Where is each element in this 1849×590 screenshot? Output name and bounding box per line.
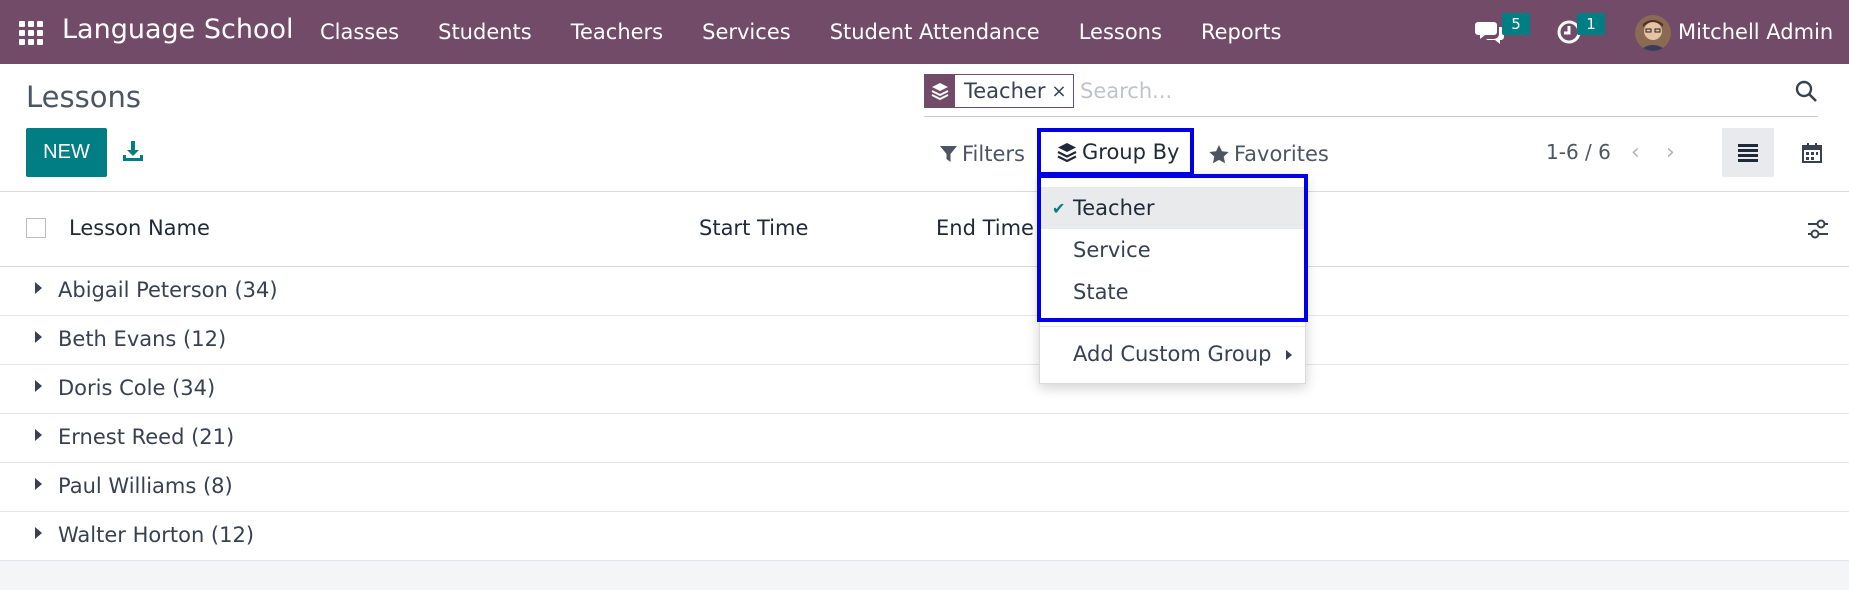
control-panel: Lessons NEW Teacher × Filters Group By — [0, 64, 1849, 192]
apps-grid-icon[interactable] — [19, 21, 43, 45]
menu-item-student-attendance[interactable]: Student Attendance — [830, 20, 1040, 44]
caret-right-icon — [35, 527, 42, 539]
menu-item-lessons[interactable]: Lessons — [1079, 20, 1162, 44]
search-facet-teacher: Teacher × — [924, 74, 1074, 108]
option-label: Teacher — [1073, 196, 1155, 220]
group-row[interactable]: Ernest Reed (21) — [0, 414, 1849, 463]
menu-item-students[interactable]: Students — [438, 20, 532, 44]
pager-next-icon[interactable]: › — [1666, 140, 1675, 165]
layers-icon — [1057, 142, 1077, 162]
calendar-icon — [1802, 142, 1822, 163]
menu-item-reports[interactable]: Reports — [1201, 20, 1282, 44]
filters-label: Filters — [962, 142, 1025, 166]
option-label: State — [1073, 280, 1129, 304]
search-icon[interactable] — [1794, 79, 1818, 103]
star-icon — [1209, 144, 1229, 164]
list-header: Lesson Name Start Time End Time — [0, 192, 1849, 267]
page-title: Lessons — [26, 80, 141, 114]
select-all-checkbox[interactable] — [26, 218, 46, 238]
group-by-option-service[interactable]: Service — [1040, 229, 1305, 271]
optional-columns-icon[interactable] — [1807, 218, 1829, 240]
caret-right-icon — [35, 478, 42, 490]
group-row[interactable]: Beth Evans (12) — [0, 316, 1849, 365]
menu-item-teachers[interactable]: Teachers — [571, 20, 663, 44]
new-button[interactable]: NEW — [26, 128, 107, 177]
group-by-option-teacher[interactable]: ✔ Teacher — [1040, 187, 1305, 229]
group-row[interactable]: Paul Williams (8) — [0, 463, 1849, 512]
add-custom-group-toggle[interactable]: Add Custom Group — [1073, 342, 1271, 366]
group-label: Paul Williams (8) — [58, 474, 233, 498]
menu-item-services[interactable]: Services — [702, 20, 791, 44]
search-input[interactable] — [1080, 76, 1640, 106]
group-row[interactable]: Doris Cole (34) — [0, 365, 1849, 414]
group-label: Abigail Peterson (34) — [58, 278, 278, 302]
column-start-time[interactable]: Start Time — [699, 216, 808, 240]
column-lesson-name[interactable]: Lesson Name — [69, 216, 210, 240]
group-by-option-state[interactable]: State — [1040, 271, 1305, 313]
list-view-icon — [1738, 143, 1758, 162]
favorites-button[interactable]: Favorites — [1209, 142, 1329, 166]
column-end-time[interactable]: End Time — [936, 216, 1034, 240]
menu-item-classes[interactable]: Classes — [320, 20, 399, 44]
calendar-view-button[interactable] — [1786, 128, 1838, 177]
group-label: Ernest Reed (21) — [58, 425, 235, 449]
caret-right-icon — [1286, 350, 1292, 360]
chat-icon[interactable] — [1475, 18, 1505, 46]
user-avatar[interactable] — [1635, 15, 1671, 51]
group-by-dropdown: ✔ Teacher Service State Add Custom Group — [1039, 174, 1306, 384]
check-icon: ✔ — [1052, 199, 1066, 218]
dropdown-divider — [1040, 326, 1305, 327]
user-name[interactable]: Mitchell Admin — [1678, 20, 1833, 44]
caret-right-icon — [35, 380, 42, 392]
layers-icon — [925, 75, 955, 107]
app-title[interactable]: Language School — [62, 14, 293, 45]
caret-right-icon — [35, 282, 42, 294]
facet-remove-icon[interactable]: × — [1051, 81, 1072, 102]
group-label: Walter Horton (12) — [58, 523, 255, 547]
group-label: Beth Evans (12) — [58, 327, 227, 351]
filter-icon — [940, 145, 957, 163]
filters-button[interactable]: Filters — [940, 142, 1025, 166]
option-label: Service — [1073, 238, 1151, 262]
download-icon[interactable] — [122, 140, 144, 162]
list-view-button[interactable] — [1722, 128, 1774, 177]
caret-right-icon — [35, 429, 42, 441]
search-bar: Teacher × — [924, 74, 1818, 117]
group-by-button[interactable]: Group By — [1037, 128, 1194, 176]
group-label: Doris Cole (34) — [58, 376, 216, 400]
facet-label: Teacher — [964, 79, 1046, 103]
pager-value[interactable]: 1-6 / 6 — [1546, 140, 1611, 164]
group-by-label: Group By — [1082, 140, 1180, 164]
top-navbar: Language School Classes Students Teacher… — [0, 0, 1849, 64]
activity-count-badge: 1 — [1577, 13, 1605, 35]
group-row[interactable]: Abigail Peterson (34) — [0, 267, 1849, 316]
group-row[interactable]: Walter Horton (12) — [0, 512, 1849, 561]
lessons-list: Lesson Name Start Time End Time Abigail … — [0, 192, 1849, 561]
chat-count-badge: 5 — [1502, 13, 1530, 35]
caret-right-icon — [35, 331, 42, 343]
pager-previous-icon[interactable]: ‹ — [1631, 140, 1640, 165]
favorites-label: Favorites — [1234, 142, 1329, 166]
main-menu: Classes Students Teachers Services Stude… — [320, 0, 1321, 64]
